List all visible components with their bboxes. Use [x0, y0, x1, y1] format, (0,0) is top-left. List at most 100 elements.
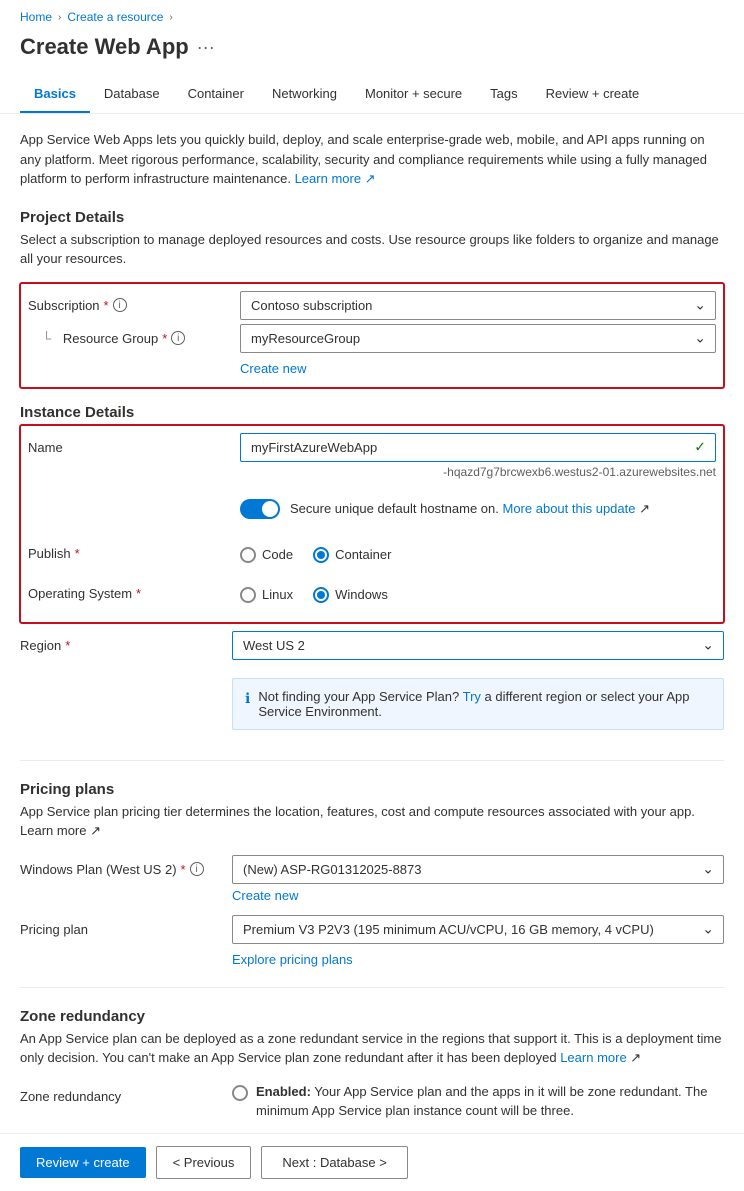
region-row: Region * West US 2: [20, 631, 724, 660]
zone-redundancy-row: Zone redundancy Enabled: Your App Servic…: [20, 1082, 724, 1132]
previous-button[interactable]: < Previous: [156, 1146, 252, 1179]
learn-more-pricing-link[interactable]: Learn more: [20, 823, 86, 838]
explore-pricing-link[interactable]: Explore pricing plans: [232, 952, 724, 967]
tab-bar: Basics Database Container Networking Mon…: [0, 76, 744, 114]
os-linux-radio[interactable]: [240, 587, 256, 603]
pricing-plans-desc: App Service plan pricing tier determines…: [20, 802, 724, 841]
page-title: Create Web App: [20, 34, 189, 60]
publish-code-radio[interactable]: [240, 547, 256, 563]
pricing-plan-row: Pricing plan Premium V3 P2V3 (195 minimu…: [20, 915, 724, 944]
pricing-plans-title: Pricing plans: [20, 781, 724, 798]
app-service-plan-info: ℹ Not finding your App Service Plan? Try…: [232, 678, 724, 730]
windows-plan-info-icon[interactable]: i: [190, 862, 204, 876]
publish-container-option[interactable]: Container: [313, 547, 391, 563]
name-valid-icon: ✓: [694, 439, 706, 456]
create-new-rg-link[interactable]: Create new: [240, 361, 716, 376]
name-row: Name ✓ -hqazd7g7brcwexb6.westus2-01.azur…: [28, 433, 716, 479]
publish-container-radio[interactable]: [313, 547, 329, 563]
tab-basics[interactable]: Basics: [20, 76, 90, 113]
main-content: App Service Web Apps lets you quickly bu…: [0, 114, 744, 1131]
page-title-area: Create Web App ···: [0, 30, 744, 76]
zone-redundancy-desc: An App Service plan can be deployed as a…: [20, 1029, 724, 1068]
zone-enabled-option: Enabled: Your App Service plan and the a…: [232, 1082, 724, 1121]
tab-networking[interactable]: Networking: [258, 76, 351, 113]
hostname-hint: -hqazd7g7brcwexb6.westus2-01.azurewebsit…: [240, 465, 716, 479]
tab-container[interactable]: Container: [174, 76, 258, 113]
zone-learn-more-link[interactable]: Learn more: [560, 1050, 626, 1065]
zone-enabled-radio[interactable]: [232, 1085, 248, 1101]
zone-radio-group: Enabled: Your App Service plan and the a…: [232, 1082, 724, 1132]
os-label: Operating System *: [28, 579, 228, 601]
instance-details-title: Instance Details: [20, 404, 724, 421]
os-radio-group: Linux Windows: [240, 587, 716, 603]
secure-hostname-text: Secure unique default hostname on. More …: [290, 501, 650, 517]
breadcrumb-sep2: ›: [169, 12, 172, 23]
resource-group-label: └ Resource Group * i: [28, 324, 228, 346]
secure-hostname-row: Secure unique default hostname on. More …: [28, 489, 716, 529]
os-linux-option[interactable]: Linux: [240, 587, 293, 603]
tab-database[interactable]: Database: [90, 76, 174, 113]
subscription-label: Subscription * i: [28, 291, 228, 313]
region-label: Region *: [20, 631, 220, 653]
pricing-plan-control: Premium V3 P2V3 (195 minimum ACU/vCPU, 1…: [232, 915, 724, 944]
os-windows-option[interactable]: Windows: [313, 587, 388, 603]
subscription-select[interactable]: Contoso subscription: [240, 291, 716, 320]
subscription-row: Subscription * i Contoso subscription: [28, 291, 716, 320]
app-description: App Service Web Apps lets you quickly bu…: [20, 130, 724, 189]
footer: Review + create < Previous Next : Databa…: [0, 1133, 744, 1191]
name-label: Name: [28, 433, 228, 455]
tab-tags[interactable]: Tags: [476, 76, 531, 113]
region-control: West US 2: [232, 631, 724, 660]
name-input-wrapper: ✓: [240, 433, 716, 462]
next-button[interactable]: Next : Database >: [261, 1146, 407, 1179]
more-about-update-link[interactable]: More about this update: [503, 501, 636, 516]
resource-group-row: └ Resource Group * i myResourceGroup: [28, 324, 716, 353]
breadcrumb-sep1: ›: [58, 12, 61, 23]
windows-plan-create-new-row: Create new: [20, 884, 724, 903]
explore-pricing-row: Explore pricing plans: [20, 948, 724, 967]
resource-group-control: myResourceGroup: [240, 324, 716, 353]
zone-redundancy-title: Zone redundancy: [20, 1008, 724, 1025]
publish-radio-group: Code Container: [240, 547, 716, 563]
os-row: Operating System * Linux Windows: [28, 579, 716, 611]
info-banner-row: ℹ Not finding your App Service Plan? Try…: [20, 668, 724, 740]
more-options-icon[interactable]: ···: [197, 37, 215, 58]
breadcrumb-home[interactable]: Home: [20, 10, 52, 24]
subscription-info-icon[interactable]: i: [113, 298, 127, 312]
windows-plan-select[interactable]: (New) ASP-RG01312025-8873: [232, 855, 724, 884]
breadcrumb-create-resource[interactable]: Create a resource: [67, 10, 163, 24]
resource-group-select[interactable]: myResourceGroup: [240, 324, 716, 353]
publish-code-option[interactable]: Code: [240, 547, 293, 563]
instance-details-box: Name ✓ -hqazd7g7brcwexb6.westus2-01.azur…: [20, 425, 724, 623]
region-select[interactable]: West US 2: [232, 631, 724, 660]
review-create-button[interactable]: Review + create: [20, 1147, 146, 1178]
publish-row: Publish * Code Container: [28, 539, 716, 571]
pricing-plan-label: Pricing plan: [20, 915, 220, 937]
breadcrumb: Home › Create a resource ›: [0, 0, 744, 30]
subscription-required: *: [104, 298, 109, 313]
windows-plan-control: (New) ASP-RG01312025-8873: [232, 855, 724, 884]
windows-plan-label: Windows Plan (West US 2) * i: [20, 855, 220, 877]
windows-plan-row: Windows Plan (West US 2) * i (New) ASP-R…: [20, 855, 724, 884]
name-input[interactable]: [240, 433, 716, 462]
learn-more-link[interactable]: Learn more ↗: [295, 171, 376, 186]
subscription-control: Contoso subscription: [240, 291, 716, 320]
tab-monitor[interactable]: Monitor + secure: [351, 76, 476, 113]
pricing-plan-select[interactable]: Premium V3 P2V3 (195 minimum ACU/vCPU, 1…: [232, 915, 724, 944]
tab-review[interactable]: Review + create: [532, 76, 654, 113]
rg-info-icon[interactable]: i: [171, 331, 185, 345]
secure-hostname-toggle[interactable]: [240, 499, 280, 519]
subscription-resource-group-box: Subscription * i Contoso subscription └ …: [20, 283, 724, 388]
os-windows-radio[interactable]: [313, 587, 329, 603]
project-details-title: Project Details: [20, 209, 724, 226]
zone-redundancy-label: Zone redundancy: [20, 1082, 220, 1104]
secure-hostname-toggle-row: Secure unique default hostname on. More …: [240, 499, 716, 519]
zone-disabled-option: Disabled: Your App Service Plan and the …: [232, 1131, 724, 1132]
section-divider-1: [20, 760, 724, 761]
create-new-rg-row: Create new: [28, 357, 716, 376]
create-new-plan-link[interactable]: Create new: [232, 888, 724, 903]
try-different-link[interactable]: Try: [463, 689, 481, 704]
section-divider-2: [20, 987, 724, 988]
name-control: ✓ -hqazd7g7brcwexb6.westus2-01.azurewebs…: [240, 433, 716, 479]
publish-label: Publish *: [28, 539, 228, 561]
